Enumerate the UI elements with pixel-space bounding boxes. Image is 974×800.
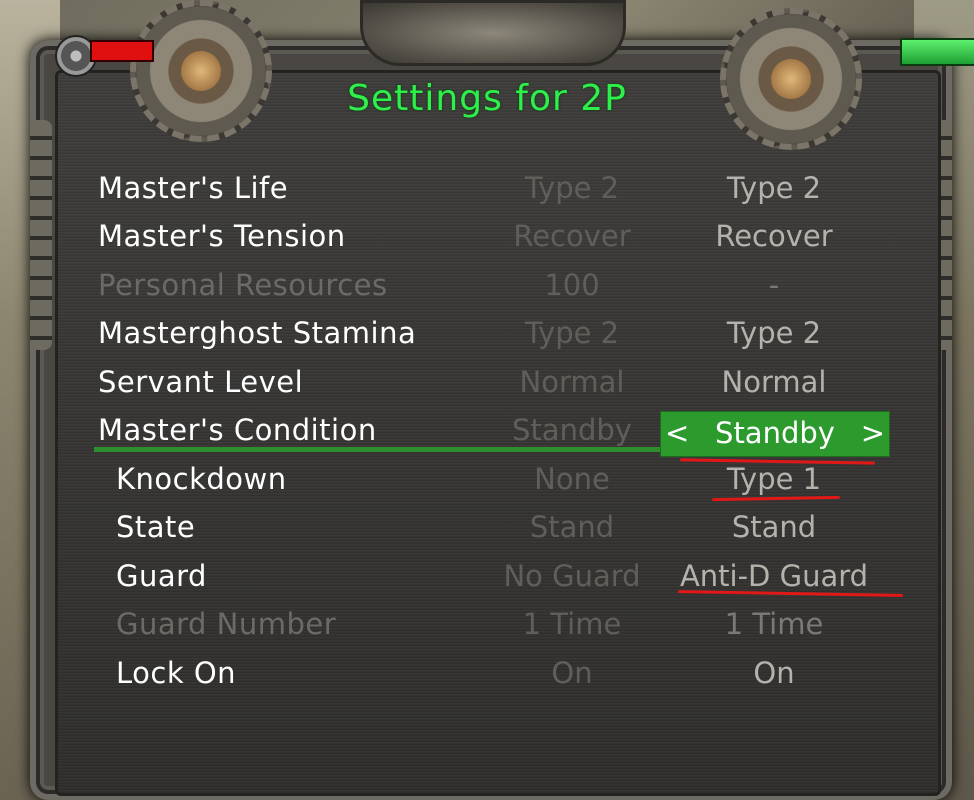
setting-label: State <box>116 510 196 544</box>
setting-value-current[interactable]: Recover <box>660 213 888 259</box>
setting-label: Guard Number <box>116 607 337 641</box>
right-arrow-icon[interactable]: > <box>861 412 885 454</box>
setting-value-current: 1 Time <box>724 607 824 641</box>
setting-row-servant-level[interactable]: Servant Level Normal Normal <box>0 359 974 405</box>
page-title: Settings for 2P <box>347 78 627 119</box>
setting-value-current[interactable]: On <box>660 650 888 696</box>
setting-row-lock-on[interactable]: Lock On On On <box>0 650 974 696</box>
setting-row-masters-life[interactable]: Master's Life Type 2 Type 2 <box>0 165 974 211</box>
setting-value-current: Standby <box>715 416 835 450</box>
setting-label: Servant Level <box>98 365 304 399</box>
setting-value-default: Recover <box>513 219 631 253</box>
setting-row-state[interactable]: State Stand Stand <box>0 504 974 550</box>
setting-value-current[interactable]: Type 2 <box>660 165 888 211</box>
top-ornament-decoration <box>360 0 626 66</box>
setting-value-default: Normal <box>519 365 625 399</box>
setting-label: Personal Resources <box>98 268 388 302</box>
setting-label: Master's Condition <box>98 413 377 447</box>
setting-value-default: None <box>534 462 610 496</box>
setting-value-current[interactable]: Type 2 <box>660 310 888 356</box>
setting-label: Masterghost Stamina <box>98 316 417 350</box>
setting-label: Knockdown <box>116 462 287 496</box>
setting-value-default: Type 2 <box>524 171 620 205</box>
setting-value-default: Type 2 <box>524 316 620 350</box>
setting-value-default: Standby <box>512 413 632 447</box>
setting-value-current[interactable]: Stand <box>660 504 888 550</box>
setting-row-masterghost-stamina[interactable]: Masterghost Stamina Type 2 Type 2 <box>0 310 974 356</box>
setting-value-default: 100 <box>544 268 600 302</box>
setting-row-guard-number: Guard Number 1 Time 1 Time <box>0 601 974 647</box>
setting-row-personal-resources: Personal Resources 100 - <box>0 262 974 308</box>
setting-selector-masters-condition[interactable]: < Standby > <box>660 411 890 457</box>
player2-health-bar <box>900 38 974 66</box>
setting-label: Master's Life <box>98 171 289 205</box>
setting-value-default: No Guard <box>503 559 641 593</box>
setting-label: Master's Tension <box>98 219 346 253</box>
setting-label: Lock On <box>116 656 237 690</box>
setting-value-default: Stand <box>529 510 615 544</box>
setting-value-current[interactable]: Normal <box>660 359 888 405</box>
gear-left-decoration <box>130 0 272 142</box>
setting-value-current: - <box>768 268 780 302</box>
setting-row-masters-tension[interactable]: Master's Tension Recover Recover <box>0 213 974 259</box>
setting-value-default: On <box>551 656 593 690</box>
player1-health-bar <box>90 40 154 62</box>
setting-label: Guard <box>116 559 207 593</box>
setting-value-default: 1 Time <box>522 607 622 641</box>
